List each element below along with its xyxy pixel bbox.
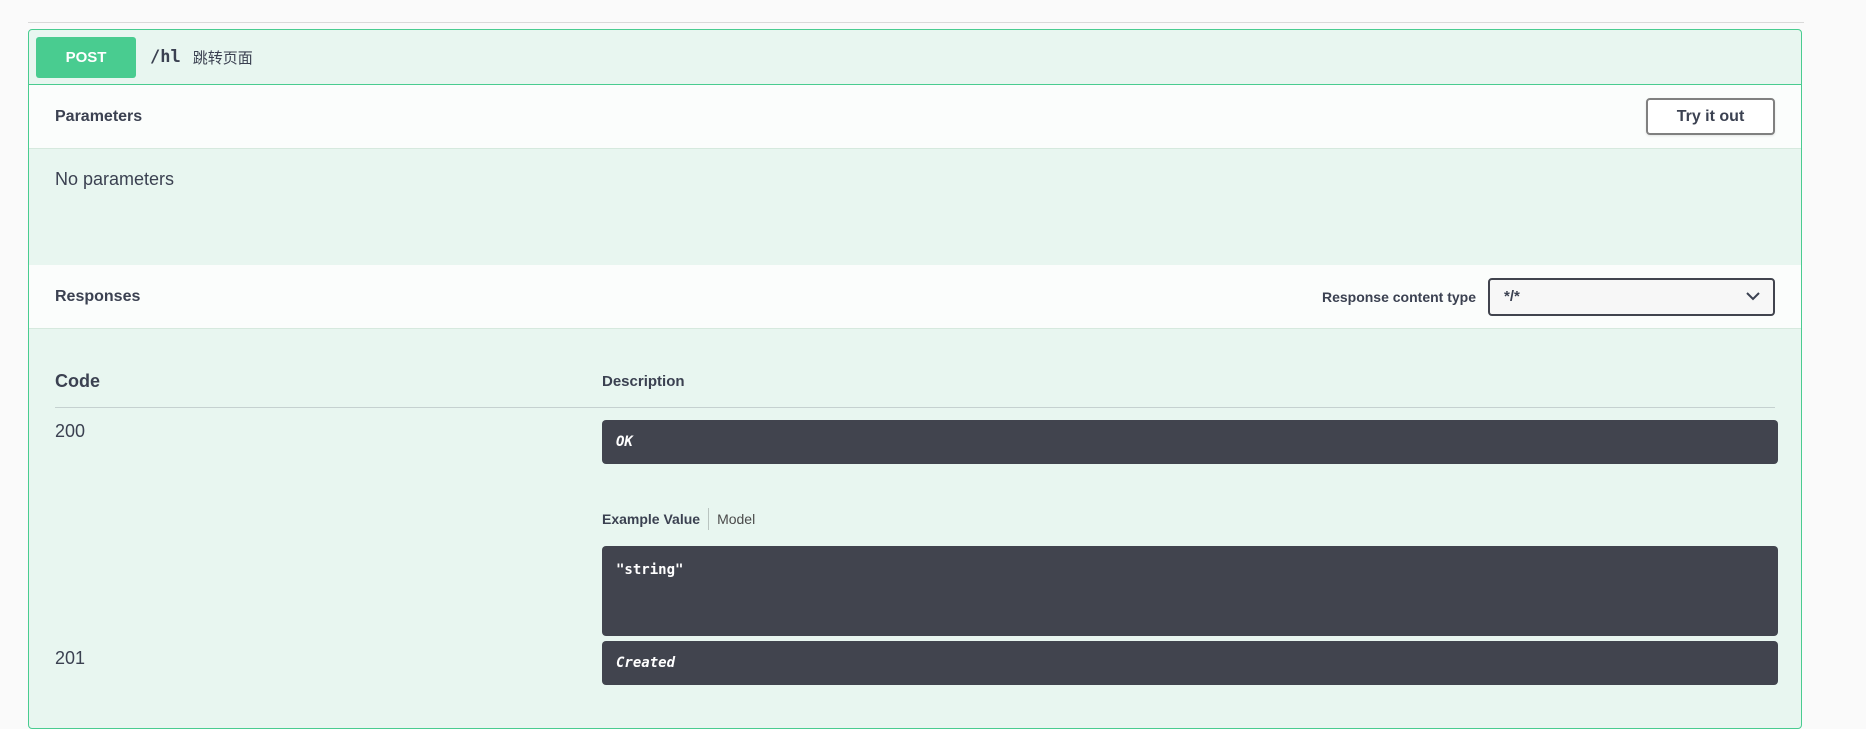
column-header-code: Code xyxy=(55,371,100,391)
try-it-out-button[interactable]: Try it out xyxy=(1646,98,1775,135)
operation-summary[interactable]: POST /hl 跳转页面 xyxy=(29,30,1801,85)
response-content-type: Response content type */* xyxy=(1321,277,1775,316)
response-description: OK xyxy=(602,420,1778,464)
response-description: Created xyxy=(602,641,1778,685)
chevron-down-icon xyxy=(1745,289,1761,305)
tab-model[interactable]: Model xyxy=(709,511,763,527)
response-row-201: 201 Created xyxy=(55,641,1778,708)
parameters-title: Parameters xyxy=(55,107,143,125)
operation-block-post: POST /hl 跳转页面 Parameters Try it out No p… xyxy=(28,29,1802,729)
top-divider xyxy=(28,22,1804,23)
no-parameters-text: No parameters xyxy=(55,169,175,189)
responses-title: Responses xyxy=(55,287,141,305)
example-value-text: "string" xyxy=(616,562,684,578)
operation-summary-text: 跳转页面 xyxy=(192,49,253,67)
method-badge: POST xyxy=(36,36,136,78)
response-description-text: OK xyxy=(616,434,633,450)
tab-example-value[interactable]: Example Value xyxy=(602,511,708,527)
example-value-block: "string" xyxy=(602,546,1778,636)
column-header-description: Description xyxy=(602,373,685,390)
parameters-body: No parameters xyxy=(29,149,1801,265)
operation-path: /hl xyxy=(150,47,181,67)
response-content-type-label: Response content type xyxy=(1321,288,1476,305)
response-description-text: Created xyxy=(616,655,676,671)
response-row-200: 200 OK Example Value Model "string" xyxy=(55,408,1778,648)
responses-table: Code Description 200 OK Example Value Mo… xyxy=(29,329,1801,708)
responses-header: Responses Response content type */* xyxy=(29,265,1801,329)
example-tabs: Example Value Model xyxy=(602,508,763,530)
response-content-type-value: */* xyxy=(1504,288,1520,305)
responses-table-header: Code Description xyxy=(55,329,1775,408)
response-content-type-select[interactable]: */* xyxy=(1488,277,1775,316)
response-code: 201 xyxy=(55,648,86,668)
response-code: 200 xyxy=(55,421,86,441)
parameters-header: Parameters Try it out xyxy=(29,85,1801,149)
